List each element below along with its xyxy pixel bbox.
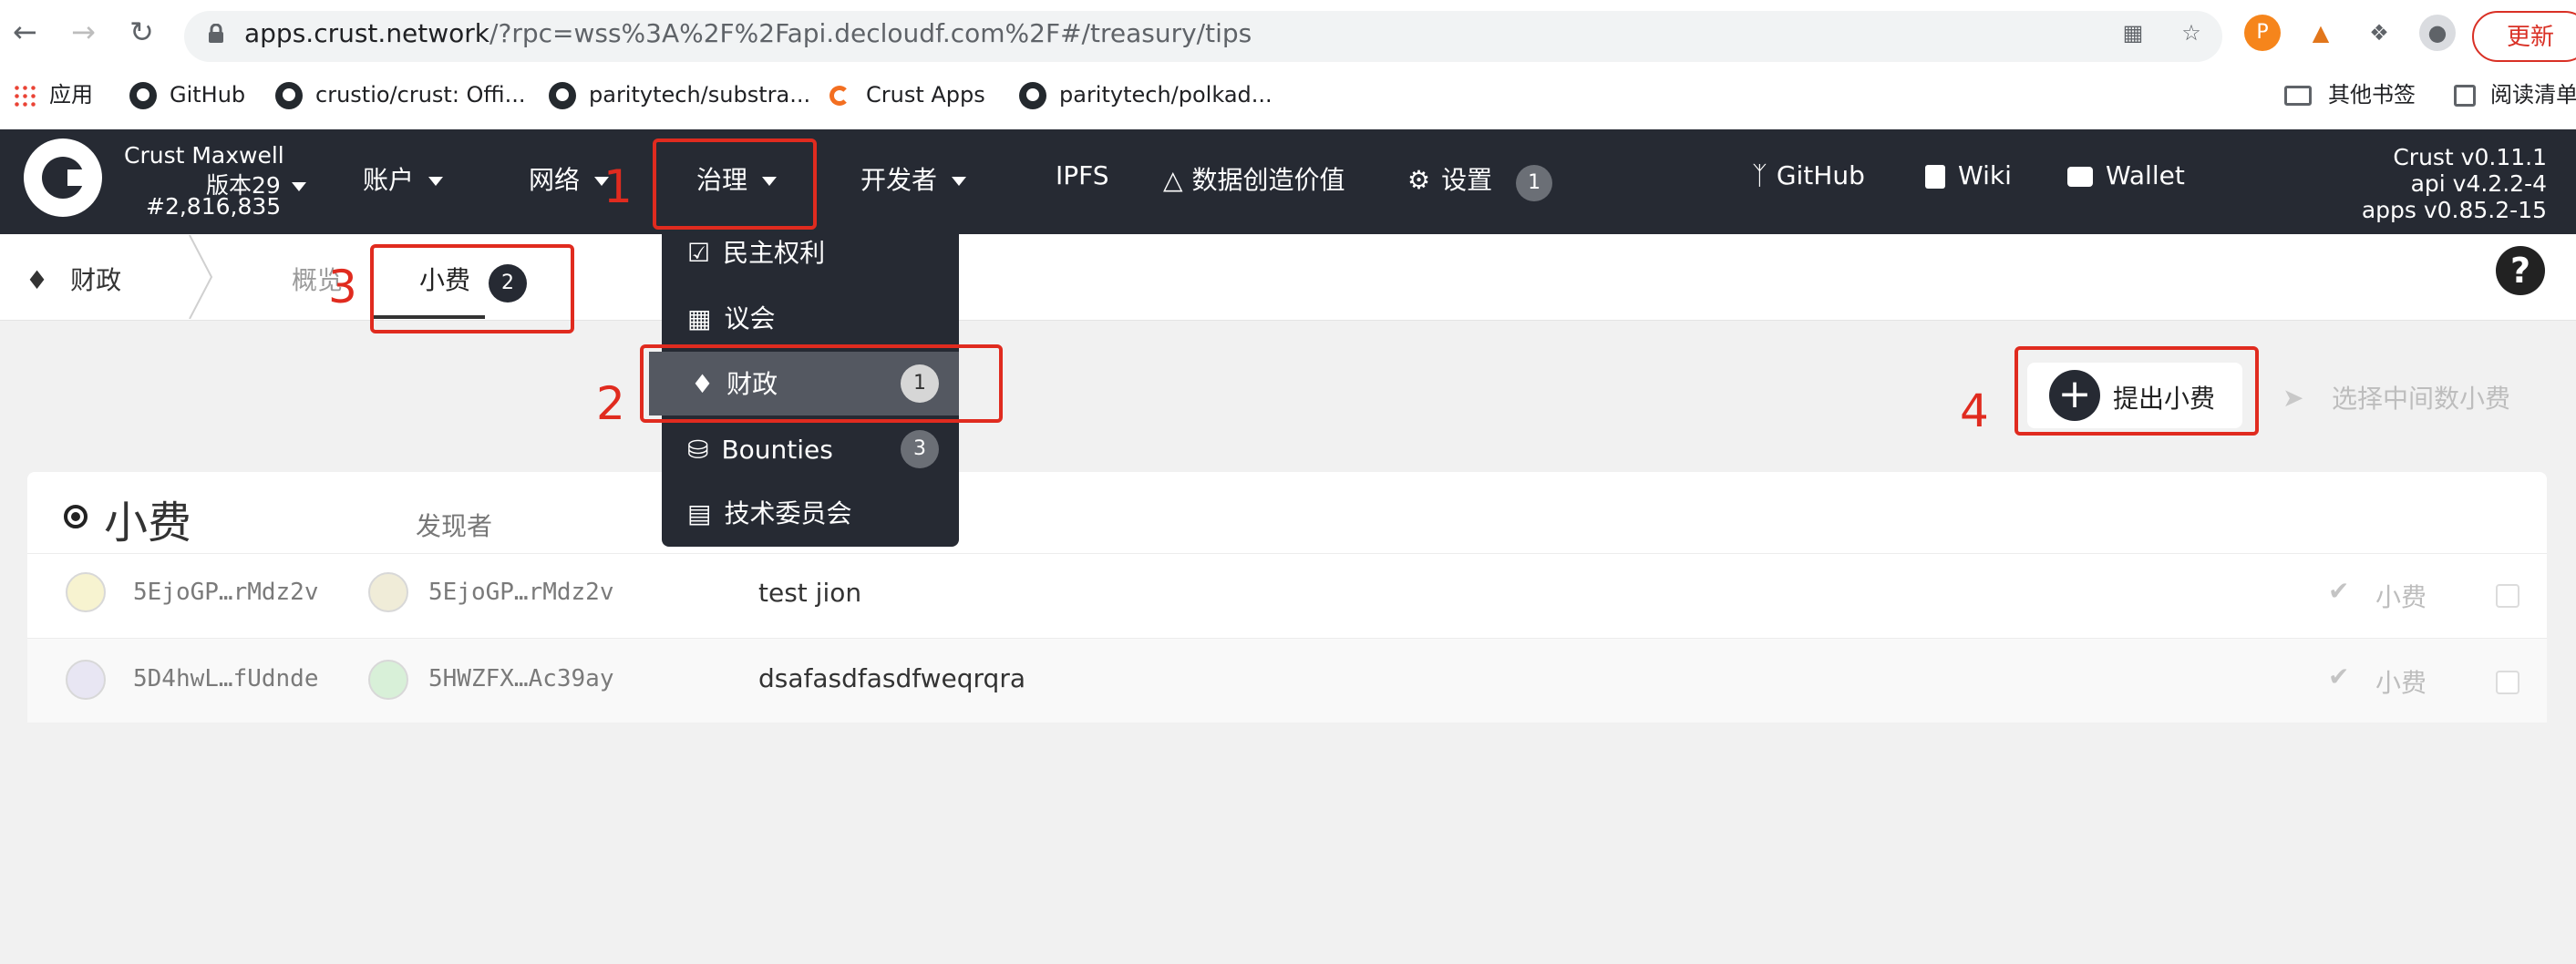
gears-icon: ⚙ <box>1407 165 1431 195</box>
row-checkbox[interactable] <box>2496 584 2519 608</box>
checkmark-icon: ✔ <box>2328 661 2350 692</box>
annotation-box-4 <box>2014 346 2259 436</box>
annotation-box-2 <box>640 344 1003 423</box>
star-icon[interactable]: ☆ <box>2173 15 2210 51</box>
reading-list[interactable]: 阅读清单 <box>2454 78 2576 111</box>
diamond-icon: ♦ <box>26 265 49 295</box>
back-arrow-icon[interactable]: ← <box>13 15 37 49</box>
tips-table-title: 小费 <box>104 497 192 549</box>
section-title: ♦ 财政 <box>26 265 122 295</box>
github-icon <box>129 82 157 109</box>
menu-data-value[interactable]: △ 数据创造价值 <box>1163 160 1345 197</box>
github-icon <box>1019 82 1046 109</box>
api-version: api v4.2.2-4 <box>2410 170 2547 197</box>
link-github[interactable]: ᛉ GitHub <box>1752 160 1865 190</box>
folder-icon <box>2284 86 2312 106</box>
dropdown-item-tech-committee[interactable]: ▤ 技术委员会 <box>687 496 851 532</box>
menu-settings[interactable]: ⚙ 设置 1 <box>1407 160 1553 201</box>
tip-button[interactable]: 小费 <box>2375 578 2427 614</box>
microchip-icon: ▤ <box>687 498 712 528</box>
tips-table-header <box>27 472 2547 563</box>
link-wiki[interactable]: Wiki <box>1925 160 2012 190</box>
version-info: Crust v0.11.1 api v4.2.2-4 apps v0.85.2-… <box>2362 144 2547 223</box>
chain-name: Crust Maxwell <box>124 142 284 169</box>
annotation-box-3 <box>370 244 574 333</box>
annotation-number-2: 2 <box>596 377 625 430</box>
book-icon <box>1925 165 1945 189</box>
annotation-number-3: 3 <box>328 261 357 313</box>
identicon-avatar[interactable] <box>368 572 408 612</box>
bookmark-crust[interactable]: crustio/crust: Offi... <box>275 78 526 111</box>
logo-cut <box>67 169 88 186</box>
github-icon <box>275 82 303 109</box>
column-finder: 发现者 <box>416 511 493 541</box>
bounties-badge: 3 <box>901 430 939 468</box>
tip-button[interactable]: 小费 <box>2375 663 2427 700</box>
identicon-avatar[interactable] <box>368 660 408 700</box>
bookmark-substrate[interactable]: paritytech/substra... <box>549 78 810 111</box>
tip-finder-address[interactable]: 5EjoGP…rMdz2v <box>428 579 614 606</box>
dropdown-item-council[interactable]: ▦ 议会 <box>687 301 775 337</box>
bookmark-folder-other[interactable]: 其他书签 <box>2284 78 2416 111</box>
github-icon <box>549 82 576 109</box>
link-wallet[interactable]: Wallet <box>2067 160 2185 190</box>
bookmark-polkadot[interactable]: paritytech/polkad... <box>1019 78 1273 111</box>
apps-version: apps v0.85.2-15 <box>2361 197 2547 223</box>
extensions-puzzle-icon[interactable]: ❖ <box>2361 15 2397 51</box>
block-number: #2,816,835 <box>146 193 282 220</box>
menu-ipfs[interactable]: IPFS <box>1056 160 1109 190</box>
help-icon[interactable]: ? <box>2496 246 2545 295</box>
flame-icon: △ <box>1163 165 1183 195</box>
close-median-icon: ➤ <box>2282 383 2304 413</box>
crust-logo-icon <box>829 86 850 106</box>
bookmark-crust-apps[interactable]: Crust Apps <box>829 78 985 111</box>
forward-arrow-icon[interactable]: → <box>71 15 96 49</box>
extension-p-icon[interactable]: P <box>2244 15 2281 51</box>
coins-icon: ⛁ <box>687 435 709 465</box>
annotation-box-1 <box>653 138 817 230</box>
tip-reason: dsafasdfasdfweqrqra <box>758 663 1026 693</box>
menu-developer[interactable]: 开发者 <box>860 160 967 197</box>
menu-network[interactable]: 网络 <box>529 160 610 197</box>
calendar-check-icon: ☑ <box>687 238 711 268</box>
building-icon: ▦ <box>687 303 712 333</box>
identicon-avatar[interactable] <box>66 660 106 700</box>
annotation-number-4: 4 <box>1960 385 1989 437</box>
url-text[interactable]: apps.crust.network/?rpc=wss%3A%2F%2Fapi.… <box>244 18 1252 48</box>
update-button[interactable]: 更新 <box>2472 11 2576 62</box>
metamask-icon[interactable]: ▲ <box>2303 15 2339 51</box>
tip-who-address[interactable]: 5D4hwL…fUdnde <box>133 665 319 692</box>
dropdown-item-democracy[interactable]: ☑ 民主权利 <box>687 235 825 272</box>
reading-list-icon <box>2454 85 2476 107</box>
breadcrumb-chevron <box>188 234 215 320</box>
dropdown-item-bounties[interactable]: ⛁ Bounties <box>687 432 833 468</box>
close-median-tip-button[interactable]: 选择中间数小费 <box>2332 379 2510 415</box>
crust-version: Crust v0.11.1 <box>2393 144 2547 170</box>
profile-avatar-icon[interactable]: ● <box>2419 15 2456 51</box>
bookmark-github[interactable]: GitHub <box>129 78 245 111</box>
tip-who-address[interactable]: 5EjoGP…rMdz2v <box>133 579 319 606</box>
record-dot-inner <box>71 512 80 521</box>
lock-icon <box>208 23 224 43</box>
row-checkbox[interactable] <box>2496 671 2519 694</box>
bookmark-apps[interactable]: 应用 <box>13 78 93 111</box>
translate-icon[interactable]: ▦ <box>2115 15 2151 51</box>
wallet-icon <box>2067 167 2093 187</box>
tip-finder-address[interactable]: 5HWZFX…Ac39ay <box>428 665 614 692</box>
annotation-number-1: 1 <box>603 160 633 213</box>
reload-icon[interactable]: ↻ <box>129 15 154 49</box>
menu-accounts[interactable]: 账户 <box>363 160 444 197</box>
tip-reason: test jion <box>758 578 862 608</box>
checkmark-icon: ✔ <box>2328 576 2350 606</box>
branch-icon: ᛉ <box>1752 160 1767 190</box>
apps-grid-icon <box>13 84 36 108</box>
identicon-avatar[interactable] <box>66 572 106 612</box>
